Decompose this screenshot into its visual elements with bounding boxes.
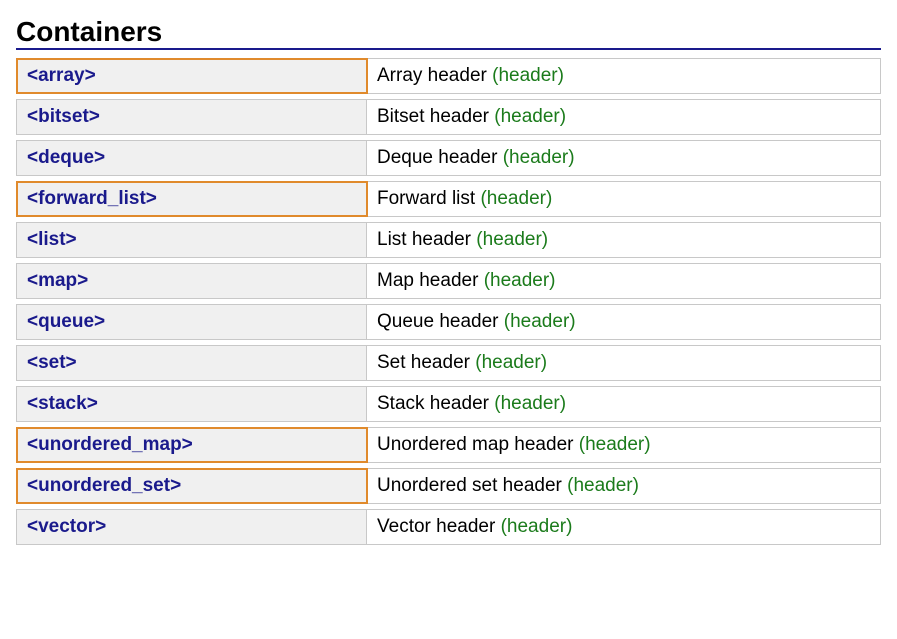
header-desc-cell: Queue header (header) [367,305,880,339]
header-link[interactable]: <forward_list> [27,188,157,209]
header-desc-cell: Forward list (header) [367,182,880,216]
table-row: <map> Map header (header) [16,263,881,299]
header-tag: (header) [480,188,552,209]
header-desc-text: Vector header [377,516,495,537]
table-row: <queue> Queue header (header) [16,304,881,340]
header-link-cell: <bitset> [17,100,367,134]
header-tag: (header) [501,516,573,537]
header-link[interactable]: <array> [27,65,96,86]
header-link[interactable]: <vector> [27,516,106,537]
table-row: <vector> Vector header (header) [16,509,881,545]
header-desc-text: List header [377,229,471,250]
header-desc-cell: List header (header) [367,223,880,257]
table-row: <unordered_map> Unordered map header (hea… [16,427,881,463]
header-desc-cell: Map header (header) [367,264,880,298]
table-row: <stack> Stack header (header) [16,386,881,422]
table-row: <bitset> Bitset header (header) [16,99,881,135]
table-row: <set> Set header (header) [16,345,881,381]
header-desc-cell: Bitset header (header) [367,100,880,134]
table-row: <unordered_set> Unordered set header (hea… [16,468,881,504]
header-tag: (header) [503,147,575,168]
header-desc-text: Set header [377,352,470,373]
header-link[interactable]: <bitset> [27,106,100,127]
header-desc-text: Bitset header [377,106,489,127]
header-desc-cell: Stack header (header) [367,387,880,421]
header-tag: (header) [579,434,651,455]
header-link[interactable]: <unordered_set> [27,475,181,496]
header-desc-text: Forward list [377,188,475,209]
header-link-cell: <map> [17,264,367,298]
header-link[interactable]: <stack> [27,393,98,414]
header-link[interactable]: <map> [27,270,88,291]
header-desc-cell: Deque header (header) [367,141,880,175]
header-tag: (header) [504,311,576,332]
header-link[interactable]: <list> [27,229,77,250]
header-desc-text: Map header [377,270,478,291]
header-desc-text: Queue header [377,311,499,332]
headers-table: <array> Array header (header) <bitset> Bits… [16,58,881,545]
section-heading: Containers [16,16,881,50]
header-link-cell: <vector> [17,510,367,544]
header-link[interactable]: <unordered_map> [27,434,193,455]
header-desc-text: Deque header [377,147,497,168]
header-link-cell: <queue> [17,305,367,339]
header-tag: (header) [484,270,556,291]
header-tag: (header) [492,65,564,86]
header-desc-text: Array header [377,65,487,86]
table-row: <deque> Deque header (header) [16,140,881,176]
header-link[interactable]: <queue> [27,311,105,332]
table-row: <list> List header (header) [16,222,881,258]
table-row: <forward_list> Forward list (header) [16,181,881,217]
header-tag: (header) [494,106,566,127]
header-link[interactable]: <deque> [27,147,105,168]
header-tag: (header) [494,393,566,414]
header-tag: (header) [476,229,548,250]
header-link-cell: <unordered_set> [17,469,367,503]
table-row: <array> Array header (header) [16,58,881,94]
header-tag: (header) [475,352,547,373]
header-desc-text: Unordered set header [377,475,562,496]
header-desc-cell: Unordered set header (header) [367,469,880,503]
header-link[interactable]: <set> [27,352,77,373]
header-desc-cell: Vector header (header) [367,510,880,544]
header-link-cell: <forward_list> [17,182,367,216]
header-link-cell: <array> [17,59,367,93]
header-desc-cell: Array header (header) [367,59,880,93]
header-desc-cell: Set header (header) [367,346,880,380]
header-link-cell: <list> [17,223,367,257]
header-link-cell: <stack> [17,387,367,421]
header-link-cell: <deque> [17,141,367,175]
header-link-cell: <unordered_map> [17,428,367,462]
header-desc-cell: Unordered map header (header) [367,428,880,462]
header-link-cell: <set> [17,346,367,380]
header-desc-text: Stack header [377,393,489,414]
header-desc-text: Unordered map header [377,434,573,455]
header-tag: (header) [567,475,639,496]
